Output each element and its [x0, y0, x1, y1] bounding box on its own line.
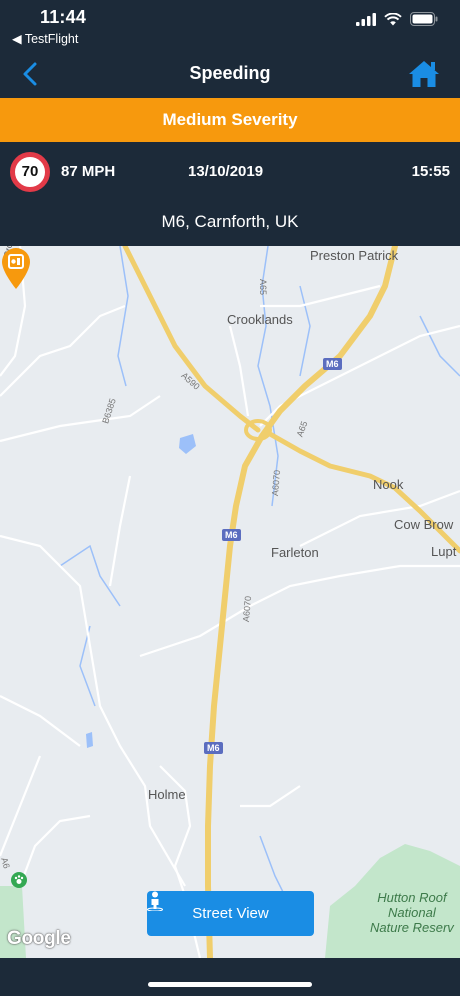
park-icon: [11, 872, 27, 888]
back-to-testflight-link[interactable]: ◀ TestFlight: [12, 31, 78, 46]
status-time: 11:44: [40, 7, 87, 27]
wifi-icon: [384, 12, 402, 25]
map-label-place: Crooklands: [227, 312, 293, 327]
map-label-place: Cow Brow: [394, 517, 454, 532]
street-view-label: Street View: [192, 905, 269, 922]
road-label-a65: A65: [258, 278, 269, 296]
road-badge-m6: M6: [222, 529, 241, 541]
signal-icon: [356, 12, 376, 26]
map-roads: [0, 246, 460, 958]
status-icons: [356, 12, 438, 26]
park-line: Hutton Roof: [377, 890, 447, 905]
severity-banner: Medium Severity: [0, 98, 460, 142]
event-location: M6, Carnforth, UK: [0, 202, 460, 246]
status-bar: 11:44 ◀ TestFlight: [0, 0, 460, 50]
road-badge-m6: M6: [204, 742, 223, 754]
map-label-place: Farleton: [271, 545, 319, 560]
google-logo: Google: [7, 928, 71, 949]
park-line: National: [388, 905, 436, 920]
event-time: 15:55: [411, 163, 450, 180]
speeding-location-pin-icon[interactable]: [0, 246, 32, 290]
map-label-place: Lupt: [431, 544, 457, 559]
map-label-place: Nook: [373, 477, 404, 492]
person-icon: [147, 891, 163, 911]
event-date: 13/10/2019: [188, 163, 264, 180]
home-indicator[interactable]: [148, 982, 312, 987]
map-label-place: Preston Patrick: [310, 248, 399, 263]
event-info-row: 70 87 MPH 13/10/2019 15:55: [0, 142, 460, 202]
page-title: Speeding: [189, 63, 271, 83]
battery-icon: [410, 12, 438, 26]
bottom-bar: [0, 958, 460, 996]
street-view-button[interactable]: Street View: [147, 891, 314, 936]
nav-bar: Speeding: [0, 50, 460, 98]
recorded-speed: 87 MPH: [61, 163, 116, 180]
road-badge-m6: M6: [323, 358, 342, 370]
park-line: Nature Reserv: [370, 920, 454, 935]
map-view[interactable]: Preston Patrick Crooklands Nook Cow Brow…: [0, 246, 460, 958]
map-label-place: Holme: [148, 787, 186, 802]
map-label-park: Hutton Roof National Nature Reserv: [370, 890, 454, 935]
home-icon[interactable]: [408, 59, 440, 89]
speed-limit-sign: 70: [10, 152, 50, 192]
